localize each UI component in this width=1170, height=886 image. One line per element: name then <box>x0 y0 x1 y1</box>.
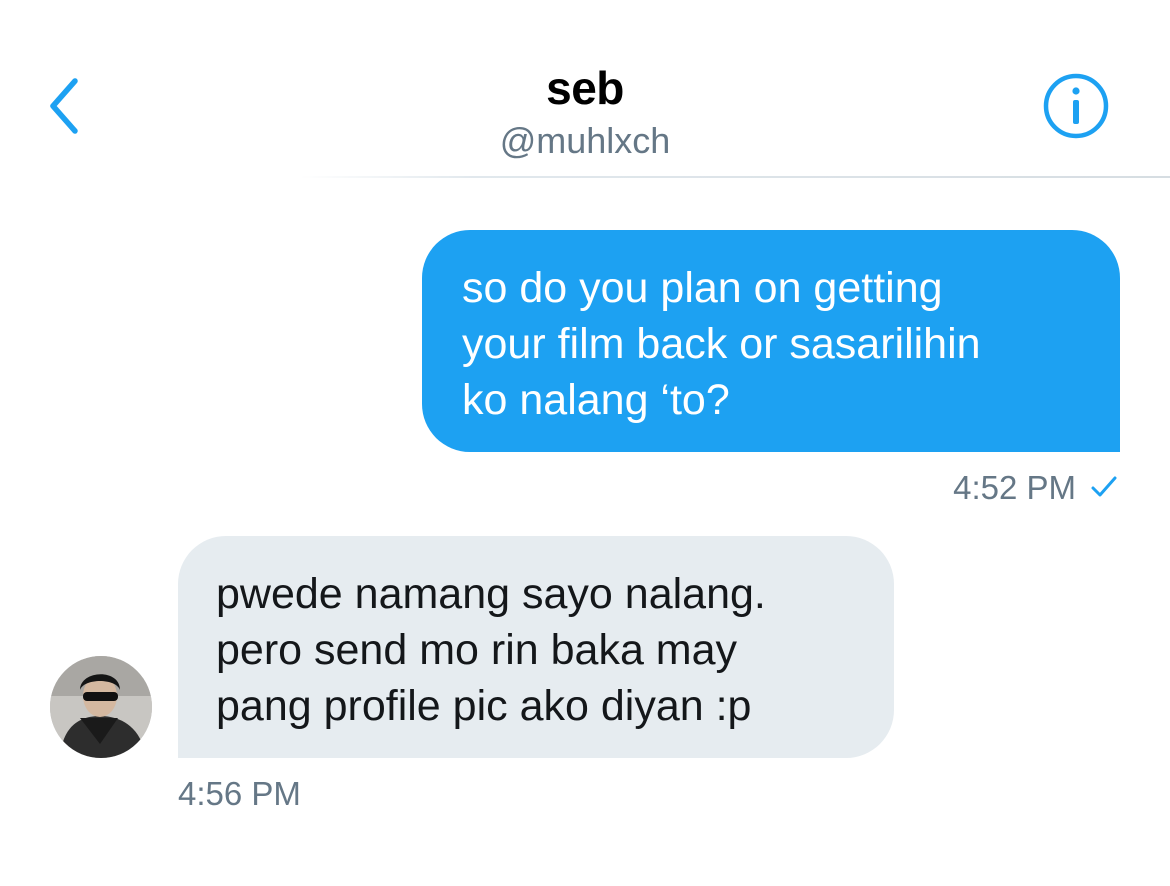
contact-handle[interactable]: @muhlxch <box>0 118 1170 164</box>
message-line: your film back or sasarilihin <box>462 320 981 368</box>
message-line: pero send mo rin baka may <box>216 626 738 674</box>
incoming-message-meta: 4:56 PM <box>178 772 301 816</box>
info-circle-icon <box>1042 72 1110 145</box>
message-timestamp: 4:52 PM <box>953 469 1076 506</box>
message-line: pwede namang sayo nalang. <box>216 570 766 618</box>
message-timestamp: 4:56 PM <box>178 775 301 812</box>
message-line: so do you plan on getting <box>462 264 943 312</box>
info-button[interactable] <box>1040 72 1112 144</box>
outgoing-message-bubble[interactable]: so do you plan on getting your film back… <box>422 230 1120 452</box>
incoming-message-bubble[interactable]: pwede namang sayo nalang. pero send mo r… <box>178 536 894 758</box>
message-line: ko nalang ‘to? <box>462 376 730 424</box>
header-divider <box>300 176 1170 178</box>
message-line: pang profile pic ako diyan :p <box>216 682 752 730</box>
conversation-header: seb @muhlxch <box>0 60 1170 164</box>
contact-name[interactable]: seb <box>0 60 1170 116</box>
checkmark-icon <box>1090 469 1118 507</box>
avatar[interactable] <box>50 656 152 758</box>
dm-conversation-screen: seb @muhlxch so do you plan on getting y… <box>0 0 1170 886</box>
outgoing-message-meta: 4:52 PM <box>953 466 1118 510</box>
